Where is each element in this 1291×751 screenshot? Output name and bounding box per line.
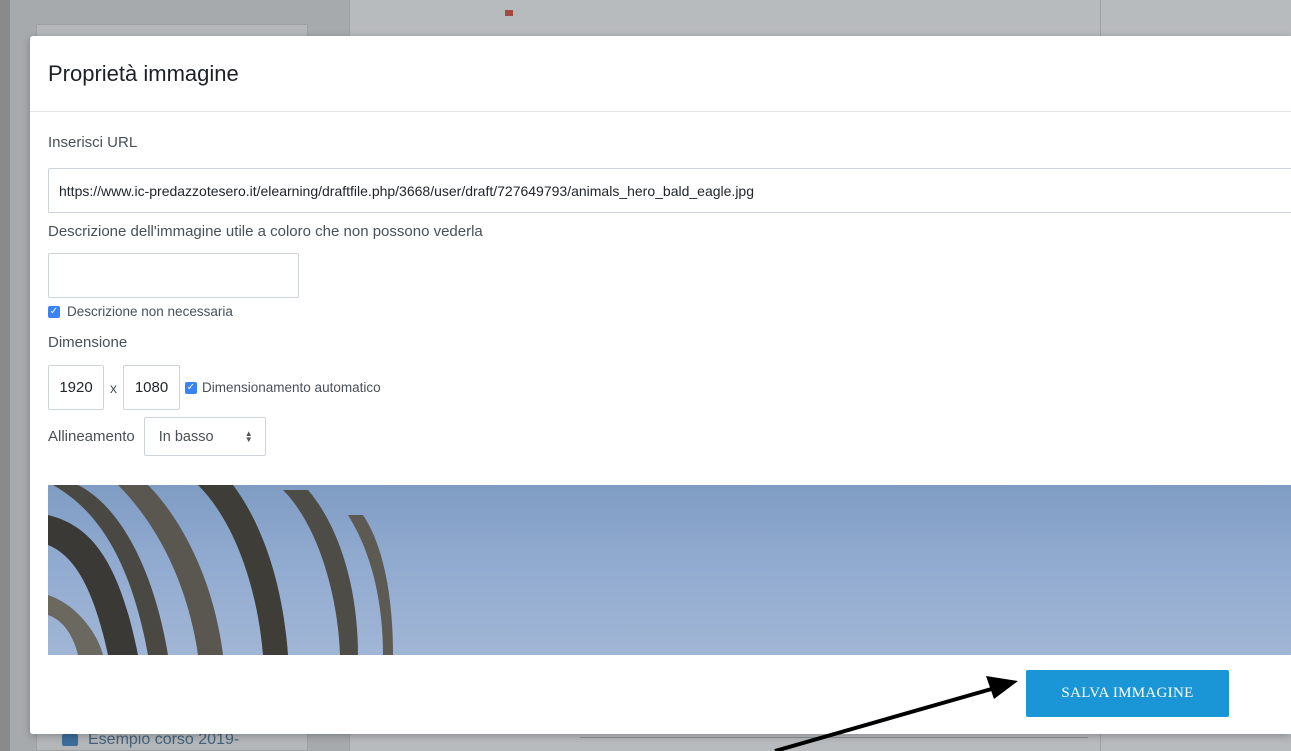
description-not-needed-checkbox[interactable]: ✓ <box>48 305 60 318</box>
window-frame <box>0 0 10 751</box>
dialog-header: Proprietà immagine <box>30 36 1291 112</box>
background-line <box>580 737 1088 738</box>
auto-size-label: Dimensionamento automatico <box>202 380 381 395</box>
url-label: Inserisci URL <box>48 134 138 151</box>
size-label: Dimensione <box>48 334 128 351</box>
auto-size-option[interactable]: ✓ Dimensionamento automatico <box>185 380 381 395</box>
auto-size-checkbox[interactable]: ✓ <box>185 381 197 394</box>
updown-icon: ▲ ▼ <box>244 428 253 444</box>
width-input[interactable]: 1920 <box>48 365 104 410</box>
size-separator: x <box>110 379 117 396</box>
check-icon: ✓ <box>49 305 59 317</box>
course-icon <box>62 734 78 746</box>
eagle-feathers-image <box>48 485 393 655</box>
alignment-label: Allineamento <box>48 428 135 445</box>
alignment-row: Allineamento In basso ▲ ▼ <box>48 417 266 456</box>
dialog-title: Proprietà immagine <box>48 60 239 86</box>
alignment-select[interactable]: In basso ▲ ▼ <box>143 417 266 456</box>
check-icon: ✓ <box>186 381 196 393</box>
alignment-selected-value: In basso <box>158 428 214 445</box>
image-properties-dialog: Proprietà immagine Inserisci URL https:/… <box>30 36 1291 734</box>
background-marker <box>505 10 513 16</box>
description-input[interactable] <box>48 253 299 298</box>
save-image-button[interactable]: SALVA IMMAGINE <box>1026 670 1229 717</box>
url-input[interactable]: https://www.ic-predazzotesero.it/elearni… <box>48 168 1291 213</box>
height-input[interactable]: 1080 <box>123 365 180 410</box>
description-not-needed-label: Descrizione non necessaria <box>67 304 233 319</box>
size-row: 1920 x 1080 ✓ Dimensionamento automatico <box>48 365 381 410</box>
description-label: Descrizione dell'immagine utile a coloro… <box>48 223 483 240</box>
image-preview <box>48 485 1291 655</box>
description-not-needed-option[interactable]: ✓ Descrizione non necessaria <box>48 304 233 319</box>
